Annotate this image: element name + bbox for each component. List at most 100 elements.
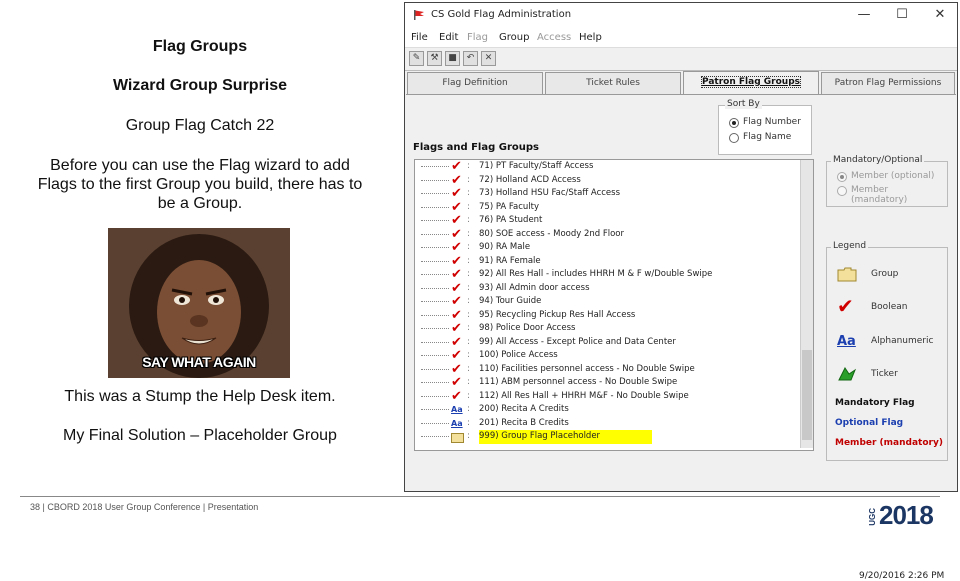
close-button[interactable]: ✕ — [927, 6, 953, 24]
tab-label: Patron Flag Groups — [701, 76, 801, 88]
delete-icon[interactable]: ✕ — [481, 51, 496, 66]
flag-list-item[interactable]: :80) SOE access - Moody 2nd Floor — [415, 228, 800, 242]
flag-list-item[interactable]: :98) Police Door Access — [415, 322, 800, 336]
minimize-button[interactable]: — — [851, 6, 877, 24]
menu-flag[interactable]: Flag — [467, 32, 488, 43]
flag-list-item[interactable]: :999) Group Flag Placeholder — [415, 430, 800, 444]
meme-caption: SAY WHAT AGAIN — [142, 354, 256, 370]
tab-ticket-rules[interactable]: Ticket Rules — [545, 72, 681, 94]
list-scrollbar[interactable] — [800, 160, 813, 448]
flag-list-item[interactable]: :90) RA Male — [415, 241, 800, 255]
flag-list-item[interactable]: :71) PT Faculty/Staff Access — [415, 160, 800, 174]
tree-separator: : — [467, 255, 470, 266]
meme-image: SAY WHAT AGAIN — [108, 228, 290, 378]
ugc-2018-logo: UGC2018 — [868, 500, 934, 531]
flag-list-item[interactable]: :110) Facilities personnel access - No D… — [415, 363, 800, 377]
flag-item-label: 112) All Res Hall + HHRH M&F - No Double… — [479, 390, 689, 401]
flag-list-item[interactable]: :94) Tour Guide — [415, 295, 800, 309]
member-mandatory-radio[interactable] — [837, 186, 847, 196]
tree-separator: : — [467, 431, 470, 441]
menu-file[interactable]: File — [411, 32, 428, 43]
tree-connector — [421, 274, 449, 275]
flag-list-item[interactable]: :73) Holland HSU Fac/Staff Access — [415, 187, 800, 201]
menu-group[interactable]: Group — [499, 32, 529, 43]
sort-by-label: Sort By — [725, 99, 762, 109]
tab-patron-flag-permissions[interactable]: Patron Flag Permissions — [821, 72, 955, 94]
sort-flag-name-radio[interactable] — [729, 133, 739, 143]
tree-connector — [421, 436, 449, 437]
sort-flag-number-radio[interactable] — [729, 118, 739, 128]
flag-item-label: 91) RA Female — [479, 255, 541, 266]
check-icon — [451, 228, 463, 241]
flags-tree-list[interactable]: :999) Group Flag Placeholder Aa:201) Reci… — [414, 159, 814, 451]
tree-connector — [421, 382, 449, 383]
flag-list-item[interactable]: :72) Holland ACD Access — [415, 174, 800, 188]
tree-separator: : — [467, 282, 470, 293]
legend-label: Legend — [831, 241, 869, 251]
wizard-icon[interactable]: ⚒ — [427, 51, 442, 66]
stump-note: This was a Stump the Help Desk item. — [64, 388, 336, 405]
check-icon — [451, 309, 463, 322]
status-timestamp: 9/20/2016 2:26 PM — [859, 571, 945, 581]
member-optional-radio[interactable] — [837, 172, 847, 182]
flag-list-item[interactable]: :111) ABM personnel access - No Double S… — [415, 376, 800, 390]
tree-connector — [421, 220, 449, 221]
legend-optional-flag: Optional Flag — [835, 418, 904, 428]
check-icon — [451, 390, 463, 403]
scroll-thumb[interactable] — [802, 350, 812, 440]
folder-icon — [837, 267, 857, 282]
tree-separator: : — [467, 242, 470, 252]
flag-list-item[interactable]: :75) PA Faculty — [415, 201, 800, 215]
flag-list-item[interactable]: :76) PA Student — [415, 214, 800, 228]
flag-list-item[interactable]: :112) All Res Hall + HHRH M&F - No Doubl… — [415, 390, 800, 404]
tree-connector — [421, 247, 449, 248]
legend-member-mandatory: Member (mandatory) — [835, 438, 943, 448]
flag-item-label: 72) Holland ACD Access — [479, 174, 581, 185]
legend-boolean-text: Boolean — [871, 302, 908, 312]
ticker-icon — [838, 367, 857, 381]
edit-icon[interactable]: ✎ — [409, 51, 424, 66]
save-icon[interactable]: ■ — [445, 51, 460, 66]
check-icon — [451, 322, 463, 335]
legend-mandatory-flag: Mandatory Flag — [835, 398, 915, 408]
check-icon — [451, 363, 463, 376]
tab-label: Patron Flag Permissions — [834, 78, 942, 88]
tree-connector — [421, 287, 449, 289]
window-title: CS Gold Flag Administration — [431, 9, 572, 20]
check-icon — [451, 241, 463, 254]
flag-item-label: 94) Tour Guide — [479, 296, 542, 306]
tab-flag-definition[interactable]: Flag Definition — [407, 72, 543, 94]
maximize-button[interactable]: ☐ — [889, 6, 915, 24]
flag-item-label: 73) Holland HSU Fac/Staff Access — [479, 188, 621, 198]
flag-list-item[interactable]: Aa:201) Recita B Credits — [415, 417, 800, 431]
tab-patron-flag-groups[interactable]: Patron Flag Groups — [683, 71, 819, 95]
check-icon — [451, 187, 463, 200]
alphanumeric-icon: Aa — [837, 334, 856, 349]
check-icon — [451, 295, 463, 308]
flag-list-item[interactable]: Aa:200) Recita A Credits — [415, 403, 800, 417]
catch-heading: Group Flag Catch 22 — [125, 117, 275, 134]
flag-list-item[interactable]: :93) All Admin door access — [415, 282, 800, 296]
flag-item-label: 99) All Access - Except Police and Data … — [479, 336, 676, 347]
menu-help[interactable]: Help — [579, 32, 602, 43]
patron-flag-groups-panel: Sort By Flag Number Flag Name Flags and … — [406, 94, 956, 581]
undo-icon[interactable]: ↶ — [463, 51, 478, 66]
flag-list-item[interactable]: :99) All Access - Except Police and Data… — [415, 336, 800, 350]
title-bar: CS Gold Flag Administration — ☐ ✕ — [405, 3, 957, 29]
tree-separator: : — [467, 323, 470, 333]
slide-subtitle: Wizard Group Surprise — [112, 77, 288, 94]
flag-list-item[interactable]: :91) RA Female — [415, 255, 800, 269]
tree-connector — [421, 179, 449, 181]
tab-label: Ticket Rules — [586, 78, 640, 88]
tree-separator: : — [467, 296, 470, 306]
tree-separator: : — [467, 309, 470, 320]
menu-edit[interactable]: Edit — [439, 32, 458, 43]
flag-list-item[interactable]: :100) Police Access — [415, 349, 800, 363]
menu-access[interactable]: Access — [537, 32, 571, 43]
check-icon — [451, 282, 463, 295]
flag-list-item[interactable]: :95) Recycling Pickup Res Hall Access — [415, 309, 800, 323]
flag-item-label: 110) Facilities personnel access - No Do… — [479, 363, 695, 374]
logo-ugc: UGC — [868, 508, 877, 527]
check-icon — [451, 174, 463, 187]
flag-list-item[interactable]: :92) All Res Hall - includes HHRH M & F … — [415, 268, 800, 282]
